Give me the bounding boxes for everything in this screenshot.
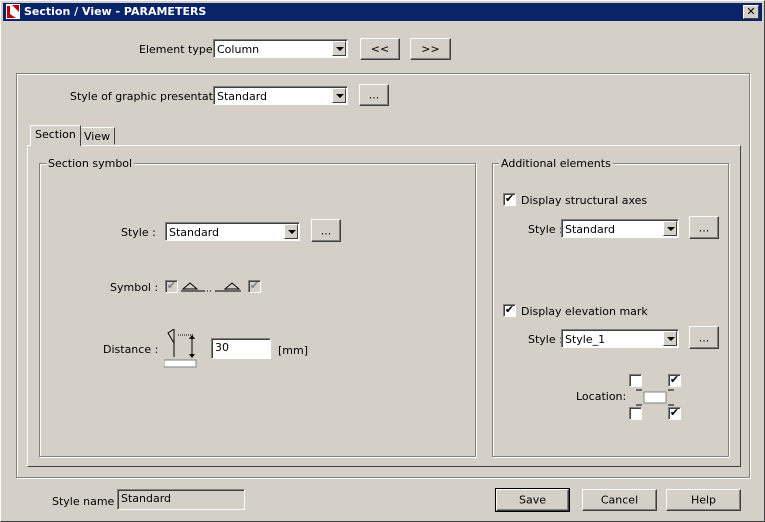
style-name-label: Style name : bbox=[52, 495, 122, 508]
presentation-style-select[interactable]: Standard bbox=[213, 86, 348, 105]
more-label: ... bbox=[368, 88, 380, 102]
additional-elements-legend: Additional elements bbox=[499, 157, 613, 170]
tab-view[interactable]: View bbox=[79, 127, 116, 145]
check-icon: ✔ bbox=[504, 192, 515, 205]
save-button[interactable]: Save bbox=[495, 488, 570, 512]
check-icon: ✔ bbox=[669, 406, 680, 419]
chevron-down-icon[interactable] bbox=[284, 224, 298, 239]
location-label: Location: bbox=[576, 390, 627, 403]
chevron-down-icon[interactable] bbox=[332, 88, 346, 103]
cancel-label: Cancel bbox=[600, 493, 639, 507]
display-axes-label: Display structural axes bbox=[521, 194, 648, 207]
distance-label: Distance : bbox=[103, 343, 159, 356]
axes-style-label: Style : bbox=[528, 223, 563, 236]
previous-element-button[interactable]: << bbox=[360, 38, 400, 60]
section-symbol-group: Section symbol bbox=[39, 157, 476, 457]
cancel-button[interactable]: Cancel bbox=[582, 489, 657, 511]
window-title: Section / View - PARAMETERS bbox=[24, 5, 207, 18]
display-elevation-label: Display elevation mark bbox=[521, 305, 648, 318]
axes-style-more-button[interactable]: ... bbox=[689, 216, 719, 239]
help-label: Help bbox=[690, 493, 717, 507]
axes-style-select[interactable]: Standard bbox=[561, 219, 679, 238]
chevron-down-icon[interactable] bbox=[332, 41, 346, 56]
elevation-style-more-button[interactable]: ... bbox=[689, 326, 719, 349]
check-icon: ✔ bbox=[249, 279, 260, 292]
presentation-style-more-button[interactable]: ... bbox=[359, 84, 389, 106]
elevation-style-label: Style : bbox=[528, 333, 563, 346]
section-symbol-icon bbox=[181, 282, 241, 292]
section-symbol-legend: Section symbol bbox=[46, 157, 135, 170]
symbol-right-checkbox[interactable]: ✔ bbox=[248, 280, 261, 293]
tab-view-label: View bbox=[84, 130, 111, 143]
title-bar[interactable]: Section / View - PARAMETERS ✕ bbox=[3, 3, 762, 21]
style-name-value: Standard bbox=[121, 492, 172, 505]
style-name-field: Standard bbox=[117, 489, 245, 510]
chevron-down-icon[interactable] bbox=[663, 221, 677, 236]
presentation-style-value: Standard bbox=[217, 90, 268, 103]
element-type-value: Column bbox=[217, 43, 260, 56]
dialog-window: Section / View - PARAMETERS ✕ Element ty… bbox=[0, 0, 765, 522]
elevation-style-select[interactable]: Style_1 bbox=[561, 329, 679, 348]
check-icon: ✔ bbox=[504, 303, 515, 316]
tab-section[interactable]: Section bbox=[30, 125, 81, 146]
display-axes-checkbox[interactable]: ✔ bbox=[503, 193, 516, 206]
check-icon: ✔ bbox=[166, 279, 177, 292]
chevron-down-icon[interactable] bbox=[663, 331, 677, 346]
distance-unit-label: [mm] bbox=[278, 344, 309, 357]
help-button[interactable]: Help bbox=[666, 489, 741, 511]
section-style-select[interactable]: Standard bbox=[165, 222, 300, 241]
elevation-style-value: Style_1 bbox=[565, 333, 606, 346]
element-type-label: Element type : bbox=[139, 43, 220, 56]
more-label: ... bbox=[698, 221, 710, 234]
location-top-right-checkbox[interactable]: ✔ bbox=[668, 374, 681, 387]
previous-element-label: << bbox=[370, 42, 390, 56]
symbol-label: Symbol : bbox=[110, 281, 159, 294]
tab-section-label: Section bbox=[35, 128, 76, 141]
close-icon: ✕ bbox=[746, 5, 756, 18]
more-label: ... bbox=[698, 331, 710, 344]
section-style-more-button[interactable]: ... bbox=[311, 219, 341, 242]
app-icon bbox=[6, 4, 20, 19]
display-elevation-checkbox[interactable]: ✔ bbox=[503, 304, 516, 317]
location-top-left-checkbox[interactable] bbox=[629, 374, 642, 387]
location-bottom-right-checkbox[interactable]: ✔ bbox=[668, 407, 681, 420]
symbol-left-checkbox[interactable]: ✔ bbox=[165, 280, 178, 293]
presentation-style-label: Style of graphic presentation: bbox=[70, 90, 234, 103]
axes-style-value: Standard bbox=[565, 223, 616, 236]
distance-input[interactable]: 30 bbox=[211, 338, 271, 359]
section-style-label: Style : bbox=[121, 226, 156, 239]
location-bottom-left-checkbox[interactable] bbox=[629, 407, 642, 420]
section-style-value: Standard bbox=[169, 226, 220, 239]
next-element-button[interactable]: >> bbox=[410, 38, 451, 60]
save-label: Save bbox=[518, 493, 546, 507]
check-icon: ✔ bbox=[669, 373, 680, 386]
distance-value: 30 bbox=[215, 341, 229, 354]
next-element-label: >> bbox=[421, 42, 440, 56]
distance-diagram-icon bbox=[164, 329, 197, 368]
close-button[interactable]: ✕ bbox=[743, 5, 759, 19]
element-type-select[interactable]: Column bbox=[213, 39, 348, 58]
more-label: ... bbox=[320, 224, 332, 237]
